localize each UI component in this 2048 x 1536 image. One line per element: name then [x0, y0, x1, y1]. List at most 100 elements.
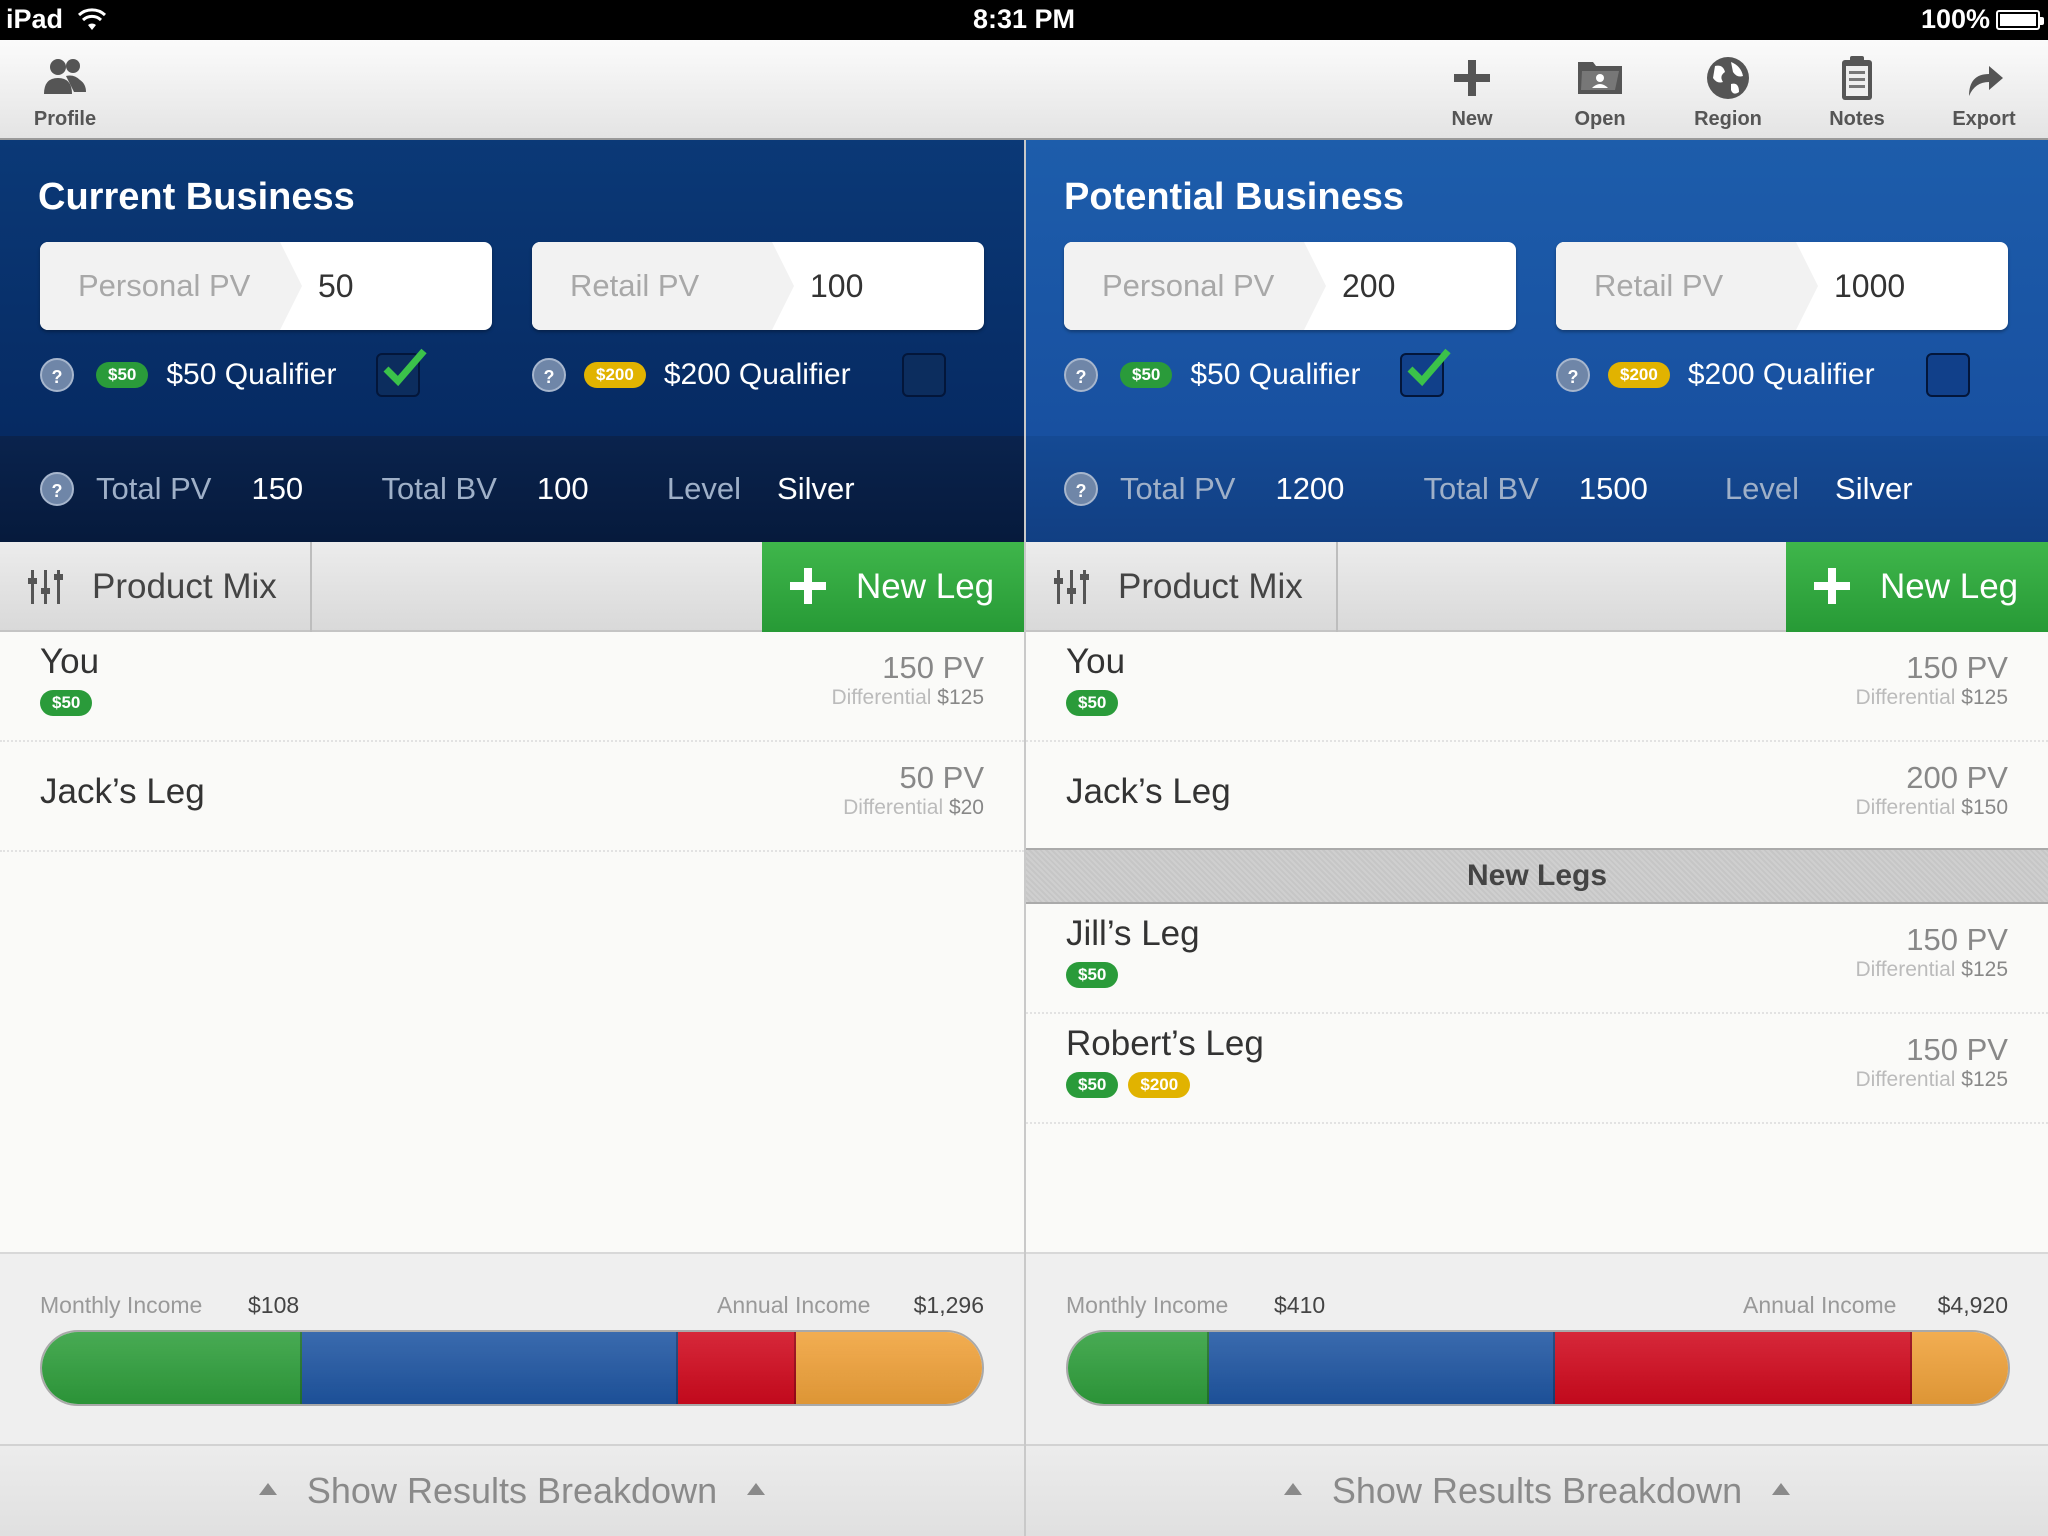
income-segment-green	[1068, 1332, 1209, 1404]
battery-percent: 100%	[1920, 4, 1990, 34]
personal-pv-label: Personal PV	[40, 242, 302, 330]
triangle-up-icon	[1772, 1483, 1791, 1496]
triangle-up-icon	[747, 1483, 766, 1496]
badge-50: $50	[1120, 362, 1173, 388]
export-button[interactable]: Export	[1934, 54, 2034, 131]
income-segment-orange	[795, 1332, 982, 1404]
leg-row-robert[interactable]: Robert’s Leg $50 $200 150 PV Differential…	[1026, 1014, 2048, 1124]
qualifier-200-label: $200 Qualifier	[663, 358, 851, 391]
export-label: Export	[1952, 108, 2016, 130]
qualifier-50-checkbox[interactable]	[1400, 348, 1452, 397]
help-icon[interactable]: ?	[40, 358, 74, 392]
retail-pv-field[interactable]: Retail PV 1000	[1556, 242, 2008, 330]
new-leg-label: New Leg	[856, 567, 995, 606]
help-icon[interactable]: ?	[1556, 358, 1590, 392]
show-results-label: Show Results Breakdown	[1331, 1470, 1743, 1511]
retail-pv-value[interactable]: 1000	[1834, 242, 1905, 330]
level-value: Silver	[777, 471, 855, 506]
total-pv-value: 150	[251, 471, 304, 506]
plus-icon	[790, 568, 826, 604]
folder-icon	[1578, 62, 1622, 94]
totals-bar: ? Total PV 150 Total BV 100 Level Silver	[0, 436, 1024, 542]
qualifier-200-label: $200 Qualifier	[1687, 358, 1875, 391]
triangle-up-icon	[258, 1483, 277, 1496]
monthly-income-value: $108	[248, 1292, 300, 1318]
help-icon[interactable]: ?	[1064, 472, 1098, 506]
leg-row-jack[interactable]: Jack’s Leg 50 PV Differential $20	[0, 742, 1024, 852]
annual-income-label: Annual Income	[717, 1292, 871, 1318]
leg-name: You	[40, 642, 100, 681]
show-results-breakdown-button[interactable]: Show Results Breakdown	[1026, 1446, 2048, 1536]
profile-button[interactable]: Profile	[15, 54, 115, 131]
monthly-income-value: $410	[1274, 1292, 1326, 1318]
leg-pv: 150 PV	[1906, 650, 2008, 685]
personal-pv-value[interactable]: 50	[318, 242, 354, 330]
qualifier-200-checkbox[interactable]	[1925, 353, 1970, 397]
leg-pv: 150 PV	[1906, 1032, 2008, 1067]
total-bv-label: Total BV	[381, 471, 497, 506]
notes-button[interactable]: Notes	[1807, 54, 1907, 131]
leg-pv: 50 PV	[899, 760, 984, 795]
badge-200: $200	[1608, 362, 1670, 388]
qualifier-50-row: ? $50 $50 Qualifier	[1064, 348, 1452, 400]
personal-pv-field[interactable]: Personal PV 200	[1064, 242, 1516, 330]
leg-row-you[interactable]: You $50 150 PV Differential $125	[0, 632, 1024, 742]
leg-row-you[interactable]: You $50 150 PV Differential $125	[1026, 632, 2048, 742]
product-mix-label: Product Mix	[92, 567, 277, 606]
leg-name: Jack’s Leg	[40, 772, 205, 811]
total-bv-value: 1500	[1578, 471, 1648, 506]
checkmark-icon	[383, 348, 428, 387]
help-icon[interactable]: ?	[532, 358, 566, 392]
new-leg-label: New Leg	[1880, 567, 2019, 606]
leg-row-jack[interactable]: Jack’s Leg 200 PV Differential $150	[1026, 742, 2048, 852]
product-mix-button[interactable]: Product Mix	[0, 542, 312, 632]
retail-pv-value[interactable]: 100	[810, 242, 863, 330]
new-button[interactable]: New	[1422, 54, 1522, 131]
total-bv-value: 100	[536, 471, 589, 506]
income-summary: Monthly Income $108 Annual Income $1,296	[0, 1252, 1024, 1446]
plus-icon	[1454, 60, 1490, 96]
panel-title: Potential Business	[1064, 176, 1404, 218]
help-icon[interactable]: ?	[1064, 358, 1098, 392]
income-segment-blue	[1209, 1332, 1555, 1404]
profile-label: Profile	[33, 108, 97, 130]
checkmark-icon	[1407, 348, 1452, 387]
qualifier-50-checkbox[interactable]	[376, 348, 428, 397]
badge-50: $50	[40, 690, 93, 716]
level-label: Level	[1724, 471, 1800, 506]
open-button[interactable]: Open	[1550, 54, 1650, 131]
retail-pv-field[interactable]: Retail PV 100	[532, 242, 984, 330]
total-pv-value: 1200	[1275, 471, 1345, 506]
income-summary: Monthly Income $410 Annual Income $4,920	[1026, 1252, 2048, 1446]
leg-name: Jill’s Leg	[1066, 914, 1200, 953]
new-leg-button[interactable]: New Leg	[1786, 542, 2048, 632]
status-bar: iPad 8:31 PM 100%	[0, 0, 2048, 40]
total-pv-label: Total PV	[1120, 471, 1236, 506]
panel-tabs: Product Mix New Leg	[0, 542, 1024, 632]
leg-row-jill[interactable]: Jill’s Leg $50 150 PV Differential $125	[1026, 904, 2048, 1014]
personal-pv-field[interactable]: Personal PV 50	[40, 242, 492, 330]
new-leg-button[interactable]: New Leg	[762, 542, 1024, 632]
leg-name: Robert’s Leg	[1066, 1024, 1264, 1063]
qualifier-50-label: $50 Qualifier	[1190, 358, 1361, 391]
annual-income-value: $1,296	[913, 1292, 984, 1318]
income-breakdown-bar[interactable]	[40, 1330, 984, 1406]
current-business-panel: Current Business Personal PV 50 Retail P…	[0, 140, 1024, 1536]
globe-icon	[1707, 57, 1749, 99]
qualifier-200-checkbox[interactable]	[901, 353, 946, 397]
region-button[interactable]: Region	[1678, 54, 1778, 131]
level-label: Level	[666, 471, 742, 506]
personal-pv-value[interactable]: 200	[1342, 242, 1395, 330]
qualifier-50-label: $50 Qualifier	[166, 358, 337, 391]
show-results-breakdown-button[interactable]: Show Results Breakdown	[0, 1446, 1024, 1536]
plus-icon	[1814, 568, 1850, 604]
help-icon[interactable]: ?	[40, 472, 74, 506]
income-breakdown-bar[interactable]	[1066, 1330, 2010, 1406]
profile-icon	[44, 59, 86, 94]
badge-50: $50	[1066, 962, 1119, 988]
income-segment-red	[678, 1332, 796, 1404]
product-mix-button[interactable]: Product Mix	[1026, 542, 1338, 632]
income-segment-red	[1554, 1332, 1913, 1404]
leg-differential: Differential $125	[1855, 1068, 2008, 1091]
sliders-icon	[1054, 570, 1089, 604]
